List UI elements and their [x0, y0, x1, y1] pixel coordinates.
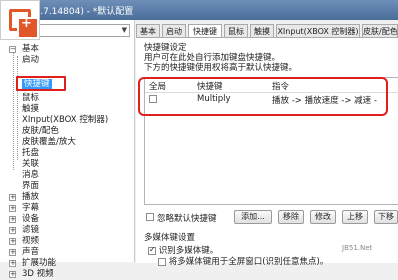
expand-icon: +: [9, 270, 16, 278]
tree-item-skin-zoom[interactable]: 皮肤覆盖/放大: [22, 137, 76, 148]
hotkey-group-title: 快捷键设定: [144, 43, 187, 53]
tree-item-skin[interactable]: 皮肤/配色: [22, 126, 59, 137]
tree-item-interface[interactable]: 界面: [22, 181, 39, 192]
watermark: JB51.Net: [342, 244, 373, 252]
annotation-frame: [138, 77, 388, 116]
tree-item-associate[interactable]: 关联: [22, 159, 39, 170]
ignore-default-label: 忽略默认快捷键: [157, 214, 217, 224]
expand-icon: +: [9, 193, 16, 201]
tree-item-touch[interactable]: 触摸: [22, 104, 39, 115]
tree-item-video[interactable]: + 视频: [9, 236, 39, 247]
tree-item-extensions[interactable]: + 扩展功能: [9, 258, 56, 269]
hotkey-description: 用户可在此处自行添加键盘快捷键。 下方的快捷键使用权将高于默认快捷键。: [144, 53, 298, 73]
recognize-multimedia-checkbox[interactable]: [148, 245, 156, 255]
title-bar: 器(1.7.14804) - *默认配置: [0, 0, 398, 20]
chevron-down-icon: ▼: [121, 26, 127, 34]
tab-touch[interactable]: 触摸: [250, 24, 274, 37]
move-up-button[interactable]: 上移: [342, 210, 368, 224]
tab-start[interactable]: 启动: [162, 24, 186, 37]
tab-hotkeys[interactable]: 快捷键: [188, 24, 222, 38]
expand-icon: +: [9, 204, 16, 212]
move-down-button[interactable]: 下移: [374, 210, 398, 224]
fullscreen-multimedia-option[interactable]: 将多媒体键用于全屏窗口(识别任意焦点)。: [158, 255, 328, 267]
tab-skin[interactable]: 皮肤/配色: [362, 24, 398, 37]
settings-tree-pane: ▼ − 基本 启动 快捷键 鼠标 触摸 XInput(XBOX 控制器) 皮肤/…: [0, 20, 135, 279]
settings-tabs: 基本 启动 快捷键 鼠标 触摸 XInput(XBOX 控制器) 皮肤/配色: [136, 24, 398, 38]
tree-item-message[interactable]: 消息: [22, 170, 39, 181]
tree-item-start[interactable]: 启动: [22, 55, 39, 66]
expand-icon: +: [9, 259, 16, 267]
tree-item-playback[interactable]: + 播放: [9, 192, 39, 203]
tree-item-basic[interactable]: − 基本: [9, 44, 39, 55]
add-button[interactable]: 添加...: [234, 210, 272, 224]
ignore-default-checkbox[interactable]: [146, 213, 154, 221]
tree-item-3d[interactable]: +3D 视频: [9, 269, 54, 280]
tab-basic[interactable]: 基本: [136, 24, 160, 37]
collapse-icon[interactable]: −: [9, 46, 16, 53]
tree-item-xinput[interactable]: XInput(XBOX 控制器): [22, 115, 108, 126]
multimedia-group-title: 多媒体键设置: [144, 233, 196, 243]
modify-button[interactable]: 修改: [310, 210, 336, 224]
highlight-frame: [16, 76, 66, 91]
app-logo-icon: +: [0, 0, 40, 40]
tree-item-device[interactable]: + 设备: [9, 214, 39, 225]
tree-item-subtitle[interactable]: + 字幕: [9, 203, 39, 214]
expand-icon: +: [9, 215, 16, 223]
tree-item-mouse[interactable]: 鼠标: [22, 93, 39, 104]
tab-mouse[interactable]: 鼠标: [224, 24, 248, 37]
tab-xinput[interactable]: XInput(XBOX 控制器): [276, 24, 360, 37]
remove-button[interactable]: 移除: [278, 210, 304, 224]
tree-item-sound[interactable]: + 声音: [9, 247, 39, 258]
tree-item-filter[interactable]: + 滤镜: [9, 225, 39, 236]
expand-icon: +: [9, 237, 16, 245]
expand-icon: +: [9, 248, 16, 256]
expand-icon: +: [9, 226, 16, 234]
tree-item-tray[interactable]: 托盘: [22, 148, 39, 159]
